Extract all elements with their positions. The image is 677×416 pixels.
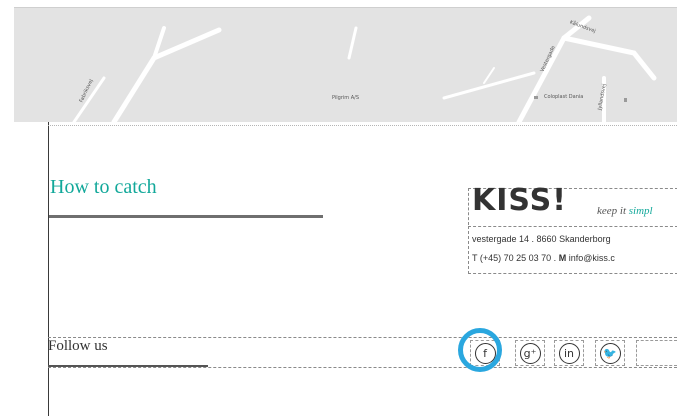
map[interactable]: Pilgrim A/S Coloplast Dania Fabriksvej K… [14,8,677,122]
page-title: How to catch [50,176,157,198]
mail-prefix: M [558,253,567,263]
linkedin-icon: in [558,342,580,364]
social-empty-slot [636,340,677,366]
kiss-tagline: keep it simpl [597,205,653,217]
phone-prefix: T [472,253,478,263]
follow-label: Follow us [48,338,108,354]
linkedin-button[interactable]: in [554,340,584,366]
left-border-line [48,122,49,416]
email-address[interactable]: info@kiss.c [569,253,615,263]
page-content: How to catch KISS! keep it simpl vesterg… [0,122,677,416]
top-frame [0,0,677,8]
map-label-center: Pilgrim A/S [332,95,360,101]
google-plus-button[interactable]: g⁺ [515,340,545,366]
map-label-company: Coloplast Dania [544,94,584,100]
tagline-part1: keep it [597,205,629,217]
kiss-logo: KISS! [472,183,567,218]
follow-underline [48,365,208,367]
google-plus-icon: g⁺ [519,342,541,364]
dotted-divider [48,125,677,126]
address-line: vestergade 14 . 8660 Skanderborg [472,234,611,244]
title-underline [49,215,323,218]
tagline-part2: simpl [628,205,653,217]
highlight-ring [458,328,502,372]
twitter-button[interactable]: 🐦 [595,340,625,366]
twitter-icon: 🐦 [599,342,621,364]
phone-number: (+45) 70 25 03 70 . [479,253,557,263]
contact-line: T (+45) 70 25 03 70 . M info@kiss.c [472,253,615,263]
